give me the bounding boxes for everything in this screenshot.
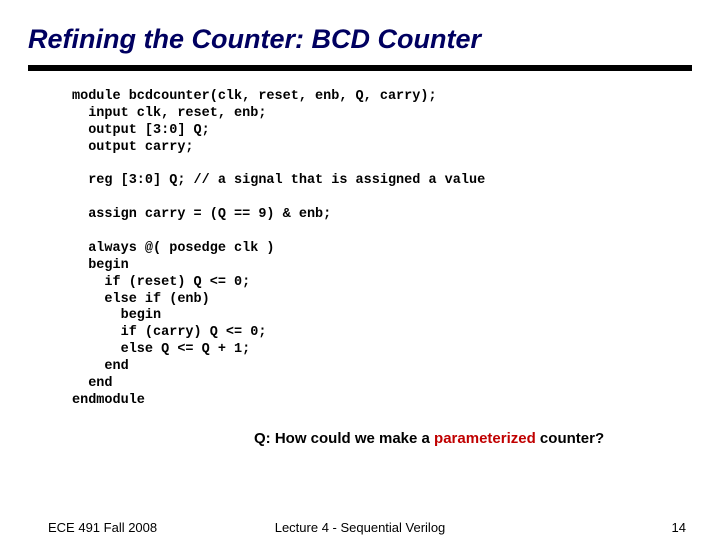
footer-center: Lecture 4 - Sequential Verilog	[0, 520, 720, 535]
question-suffix: counter?	[536, 430, 604, 447]
title-rule	[28, 65, 692, 71]
page-title: Refining the Counter: BCD Counter	[28, 24, 692, 55]
code-block: module bcdcounter(clk, reset, enb, Q, ca…	[28, 89, 692, 410]
question-highlight: parameterized	[434, 430, 536, 447]
question-text: Q: How could we make a parameterized cou…	[254, 430, 604, 447]
footer-page-number: 14	[672, 520, 686, 535]
question-prefix: Q: How could we make a	[254, 430, 434, 447]
